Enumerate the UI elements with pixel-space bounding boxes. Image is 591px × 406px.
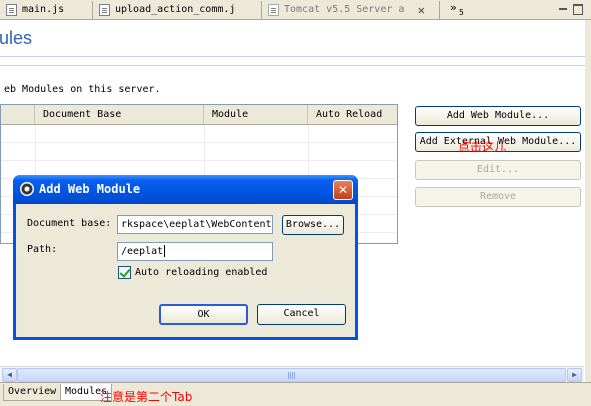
scroll-right-icon[interactable]: ▶ — [567, 368, 582, 382]
form-header: ules — [0, 20, 585, 57]
server-icon — [268, 4, 279, 16]
column-header-document-base[interactable]: Document Base — [35, 105, 204, 124]
cancel-button[interactable]: Cancel — [257, 304, 346, 325]
auto-reload-label[interactable]: Auto reloading enabled — [135, 267, 267, 278]
section-description: eb Modules on this server. — [4, 84, 161, 95]
path-value: /eeplat — [121, 246, 164, 257]
column-header-auto-reload[interactable]: Auto Reload — [308, 105, 397, 124]
tab-label: Tomcat v5.5 Server a — [284, 4, 405, 15]
auto-reload-checkbox[interactable] — [118, 266, 131, 279]
add-web-module-button[interactable]: Add Web Module... — [415, 106, 581, 126]
grip-icon — [288, 372, 296, 379]
table-header: Document Base Module Auto Reload — [1, 105, 397, 125]
section-divider — [0, 65, 585, 66]
tab-label: upload_action_comm.j — [115, 4, 236, 15]
tab-main-js[interactable]: main.js — [0, 1, 93, 19]
ok-button[interactable]: OK — [159, 304, 248, 325]
gear-icon — [20, 182, 34, 196]
js-file-icon — [99, 4, 110, 16]
document-base-label: Document base: — [27, 218, 112, 229]
dialog-titlebar[interactable]: Add Web Module ✕ — [13, 175, 358, 204]
scroll-left-icon[interactable]: ◀ — [2, 368, 17, 382]
column-header-module[interactable]: Module — [204, 105, 308, 124]
edit-button[interactable]: Edit... — [415, 160, 581, 180]
text-caret — [164, 245, 166, 257]
overflow-count: 5 — [459, 8, 464, 17]
table-row — [1, 160, 397, 161]
tab-upload-action-comm[interactable]: upload_action_comm.j — [93, 1, 262, 19]
dialog-body: Document base: rkspace\eeplat\WebContent… — [16, 204, 355, 337]
browse-button[interactable]: Browse... — [282, 215, 344, 235]
close-icon[interactable]: ✕ — [418, 2, 425, 19]
annotation-click-here: 点击这儿 — [458, 140, 507, 154]
annotation-second-tab-note: 注意是第二个Tab — [100, 390, 193, 404]
close-dialog-button[interactable]: ✕ — [333, 180, 353, 200]
path-label: Path: — [27, 244, 58, 255]
tab-overview[interactable]: Overview — [3, 384, 62, 401]
column-header-path[interactable] — [1, 105, 35, 124]
tab-tomcat-server[interactable]: Tomcat v5.5 Server a ✕ — [262, 1, 440, 19]
add-web-module-dialog: Add Web Module ✕ Document base: rkspace\… — [13, 175, 358, 340]
tab-label: main.js — [22, 4, 65, 15]
scrollbar-thumb[interactable] — [17, 368, 566, 382]
dialog-title: Add Web Module — [39, 182, 141, 196]
tab-overflow-button[interactable]: » 5 — [450, 0, 470, 18]
minimize-icon[interactable] — [557, 3, 569, 15]
page-tab-bar: Overview Modules — [0, 382, 591, 406]
path-input[interactable]: /eeplat — [117, 242, 273, 261]
remove-button[interactable]: Remove — [415, 187, 581, 207]
horizontal-scrollbar[interactable]: ◀ ▶ — [0, 366, 584, 383]
right-edge-strip — [585, 20, 591, 382]
js-file-icon — [6, 4, 17, 16]
editor-tab-bar: main.js upload_action_comm.j Tomcat v5.5… — [0, 0, 591, 20]
document-base-input[interactable]: rkspace\eeplat\WebContent — [117, 215, 273, 234]
table-row — [1, 142, 397, 143]
page-title: ules — [0, 28, 33, 48]
maximize-icon[interactable] — [572, 3, 584, 15]
